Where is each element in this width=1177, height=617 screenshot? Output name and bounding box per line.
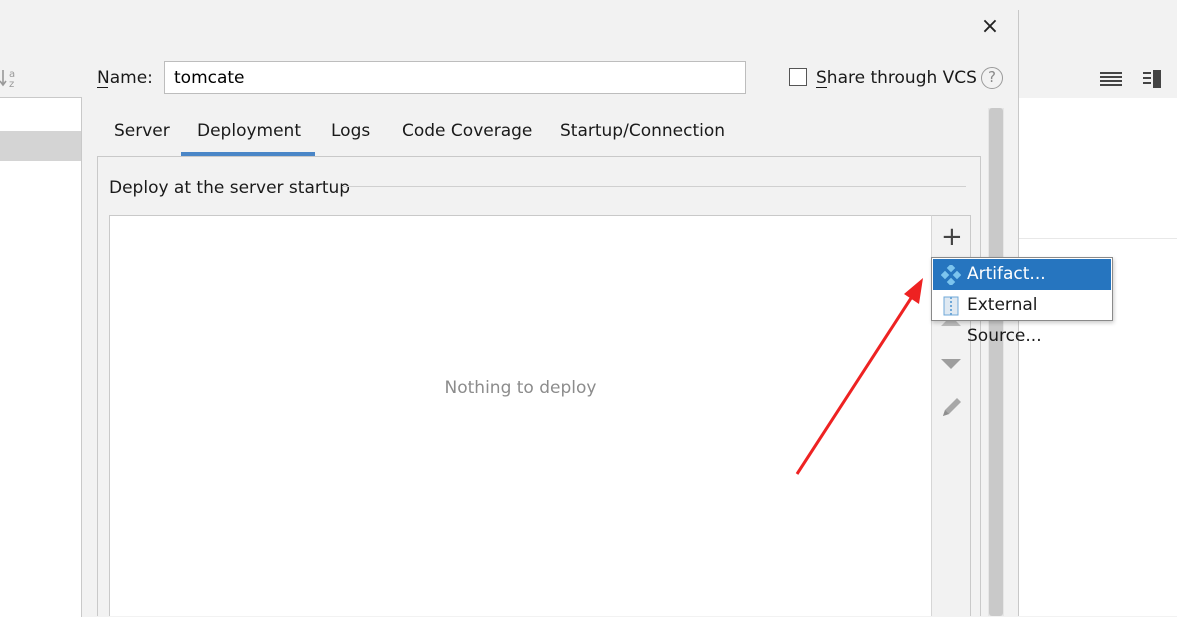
name-label: Name:: [97, 68, 153, 88]
deploy-section-title: Deploy at the server startup: [109, 178, 351, 198]
svg-text:z: z: [9, 79, 14, 90]
artifact-icon: [940, 263, 962, 287]
menu-item-artifact[interactable]: Artifact...: [933, 259, 1111, 290]
add-popup-menu: Artifact... External Source...: [931, 257, 1113, 346]
plus-icon[interactable]: +: [941, 224, 963, 250]
help-icon[interactable]: ?: [981, 67, 1003, 89]
close-button[interactable]: ×: [978, 15, 1002, 39]
name-field[interactable]: [164, 61, 746, 94]
ide-right-toolbar: [1019, 60, 1177, 99]
move-down-icon[interactable]: [941, 359, 961, 369]
tab-server[interactable]: Server: [114, 121, 170, 141]
external-source-icon: [941, 296, 961, 316]
tab-startup-connection[interactable]: Startup/Connection: [560, 121, 725, 141]
tab-deployment[interactable]: Deployment: [197, 121, 301, 141]
tab-logs[interactable]: Logs: [331, 121, 370, 141]
menu-item-label: Artifact...: [967, 264, 1046, 284]
mnemonic-underline: [816, 87, 827, 88]
tree-selected-item[interactable]: [0, 131, 81, 161]
annotation-arrow: [795, 278, 923, 475]
menu-item-external-source[interactable]: External Source...: [933, 290, 1111, 346]
split-view-icon[interactable]: [1143, 70, 1161, 88]
mnemonic-underline: [97, 87, 108, 88]
divider: [1019, 238, 1177, 239]
menu-item-label: External Source...: [967, 295, 1042, 346]
tab-code-coverage[interactable]: Code Coverage: [402, 121, 532, 141]
share-vcs-label[interactable]: Share through VCS: [816, 68, 977, 88]
edit-pencil-icon[interactable]: [939, 394, 965, 420]
share-vcs-checkbox[interactable]: [789, 68, 807, 86]
sort-alphabetically-icon[interactable]: az: [0, 66, 24, 90]
ide-right-header: [1019, 24, 1177, 61]
section-divider: [342, 186, 966, 187]
configuration-tree: [0, 97, 82, 617]
scrollbar-thumb[interactable]: [989, 108, 1003, 616]
ide-top-toolbar: [0, 0, 1177, 10]
ide-right-content: [1019, 98, 1177, 616]
list-view-icon[interactable]: [1100, 70, 1122, 88]
